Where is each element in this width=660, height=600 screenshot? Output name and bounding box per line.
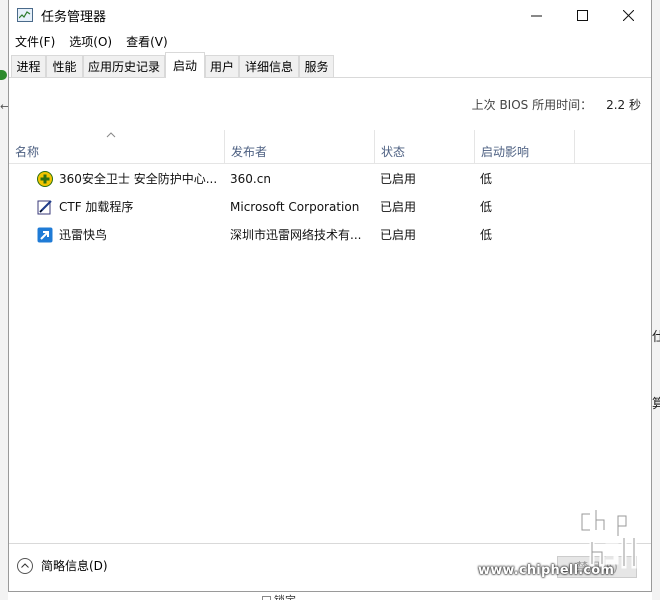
window-title: 任务管理器 [41,9,107,25]
row-status: 已启用 [380,200,417,214]
tab-details[interactable]: 详细信息 [239,55,299,77]
tab-services[interactable]: 服务 [299,55,334,77]
row-publisher: Microsoft Corporation [230,200,360,214]
window-controls [513,0,651,30]
table-row[interactable]: 360安全卫士 安全防护中心... 360.cn 已启用 低 [9,165,651,193]
chiphell-watermark-logo [578,506,650,578]
tab-performance[interactable]: 性能 [46,55,83,77]
column-label: 状态 [381,145,406,159]
row-name: 迅雷快鸟 [59,228,108,242]
minimize-button[interactable] [513,0,559,30]
column-header-publisher[interactable]: 发布者 [225,130,375,164]
menu-options[interactable]: 选项(O) [69,33,112,50]
row-impact: 低 [480,172,493,186]
close-icon [622,9,634,21]
background-window-right [652,0,660,600]
row-name: CTF 加载程序 [59,200,134,214]
chevron-up-icon [17,557,33,574]
column-label: 启动影响 [481,145,530,159]
last-bios-time: 上次 BIOS 所用时间： 2.2 秒 [472,96,641,113]
bios-time-label: 上次 BIOS 所用时间： [471,98,593,112]
row-publisher: 360.cn [230,172,271,186]
close-button[interactable] [605,0,651,30]
column-header-startup-impact[interactable]: 启动影响 [475,130,575,164]
table-header: 名称 发布者 状态 启动影响 [9,130,651,164]
360-safe-icon [37,171,53,187]
fewer-details-button[interactable]: 简略信息(D) [17,557,108,574]
tab-users[interactable]: 用户 [205,55,239,77]
row-impact: 低 [480,200,493,214]
minimize-icon [530,15,542,16]
tab-strip: 进程 性能 应用历史记录 启动 用户 详细信息 服务 [9,52,651,78]
row-impact: 低 [480,228,493,242]
background-lock-label: 锁定 [274,594,296,600]
background-window-left [0,0,8,600]
checkbox-icon [262,596,271,600]
tab-app-history[interactable]: 应用历史记录 [83,55,165,77]
task-manager-icon [17,8,33,22]
column-label: 名称 [15,145,40,159]
table-row[interactable]: 迅雷快鸟 深圳市迅雷网络技术有... 已启用 低 [9,221,651,249]
column-label: 发布者 [231,145,268,159]
background-text-fragment: 仕 [652,330,660,345]
tab-startup[interactable]: 启动 [165,52,205,78]
table-row[interactable]: CTF 加载程序 Microsoft Corporation 已启用 低 [9,193,651,221]
row-status: 已启用 [380,172,417,186]
sort-ascending-icon [106,132,116,140]
tab-processes[interactable]: 进程 [11,55,46,77]
row-name: 360安全卫士 安全防护中心... [59,172,218,186]
row-publisher: 深圳市迅雷网络技术有... [230,228,362,242]
title-bar[interactable]: 任务管理器 [9,0,651,30]
background-text-fragment: 算 [652,397,660,412]
xunlei-icon [37,227,53,243]
bios-time-value: 2.2 秒 [606,98,641,112]
maximize-button[interactable] [559,0,605,30]
fewer-details-label: 简略信息(D) [41,559,108,573]
ctf-loader-icon [37,199,53,215]
menu-view[interactable]: 查看(V) [126,33,168,50]
background-back-arrow-icon: ← [0,100,8,113]
task-manager-window: 任务管理器 文件(F) 选项(O) 查看(V) 进程 性能 应用历史记录 启动 … [8,0,652,592]
column-header-status[interactable]: 状态 [375,130,475,164]
row-status: 已启用 [380,228,417,242]
maximize-icon [576,9,588,21]
background-lock-checkbox: 锁定 [262,592,296,600]
column-header-name[interactable]: 名称 [9,130,225,164]
menu-file[interactable]: 文件(F) [15,33,55,50]
menu-bar: 文件(F) 选项(O) 查看(V) [9,30,651,52]
